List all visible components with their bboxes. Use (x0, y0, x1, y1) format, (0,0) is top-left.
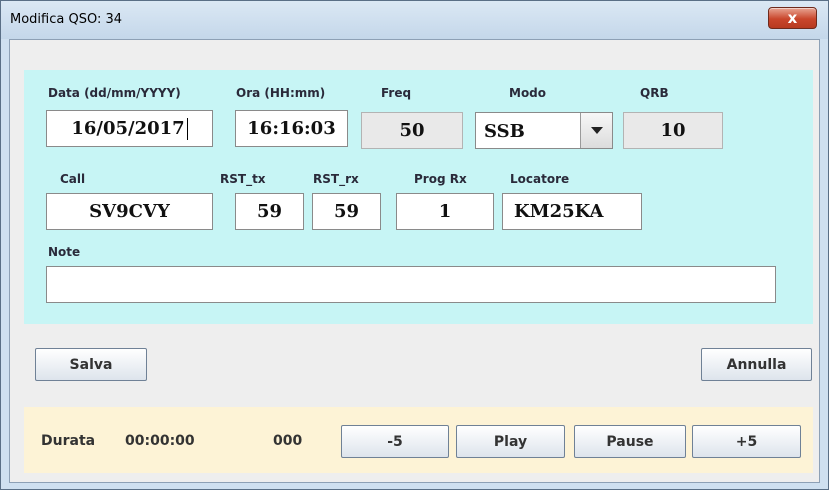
close-button[interactable]: x (768, 7, 817, 29)
cancel-button[interactable]: Annulla (701, 348, 812, 381)
time-field[interactable]: 16:16:03 (235, 110, 348, 147)
locator-field[interactable]: KM25KA (502, 193, 642, 230)
qrb-label: QRB (640, 86, 669, 100)
duration-value: 00:00:00 (125, 433, 195, 449)
freq-value: 50 (399, 120, 425, 141)
call-value: SV9CVY (89, 201, 170, 222)
date-label: Data (dd/mm/YYYY) (48, 86, 181, 100)
date-field[interactable]: 16/05/2017 (46, 110, 213, 147)
window-title: Modifica QSO: 34 (10, 12, 123, 27)
mode-label: Modo (509, 86, 547, 100)
qrb-value: 10 (660, 120, 686, 141)
note-label: Note (48, 245, 81, 259)
note-field[interactable] (46, 266, 776, 303)
save-button[interactable]: Salva (35, 348, 147, 381)
qrb-field: 10 (623, 112, 723, 149)
minus-five-button[interactable]: -5 (341, 425, 449, 458)
date-value: 16/05/2017 (71, 118, 185, 139)
text-caret (186, 117, 188, 140)
freq-label: Freq (381, 86, 412, 100)
plus-five-button[interactable]: +5 (692, 425, 801, 458)
close-icon: x (787, 9, 798, 27)
prog-rx-field[interactable]: 1 (396, 193, 494, 230)
pause-button[interactable]: Pause (574, 425, 686, 458)
rst-tx-label: RST_tx (220, 172, 266, 186)
call-label: Call (60, 172, 86, 186)
call-field[interactable]: SV9CVY (46, 193, 213, 230)
rst-rx-value: 59 (333, 201, 360, 222)
play-button[interactable]: Play (456, 425, 565, 458)
rst-tx-field[interactable]: 59 (235, 193, 304, 230)
freq-field: 50 (361, 112, 463, 149)
mode-select[interactable]: SSB (475, 112, 613, 149)
chevron-down-icon[interactable] (580, 113, 612, 148)
locator-value: KM25KA (514, 201, 604, 222)
duration-label: Durata (41, 433, 96, 449)
rst-rx-field[interactable]: 59 (312, 193, 381, 230)
rst-tx-value: 59 (256, 201, 283, 222)
prog-rx-value: 1 (438, 201, 452, 222)
time-label: Ora (HH:mm) (236, 86, 326, 100)
rst-rx-label: RST_rx (313, 172, 359, 186)
title-bar[interactable]: Modifica QSO: 34 x (1, 1, 828, 39)
locator-label: Locatore (510, 172, 570, 186)
time-value: 16:16:03 (247, 118, 336, 139)
counter-value: 000 (273, 433, 303, 449)
prog-rx-label: Prog Rx (414, 172, 467, 186)
mode-value: SSB (484, 121, 525, 142)
